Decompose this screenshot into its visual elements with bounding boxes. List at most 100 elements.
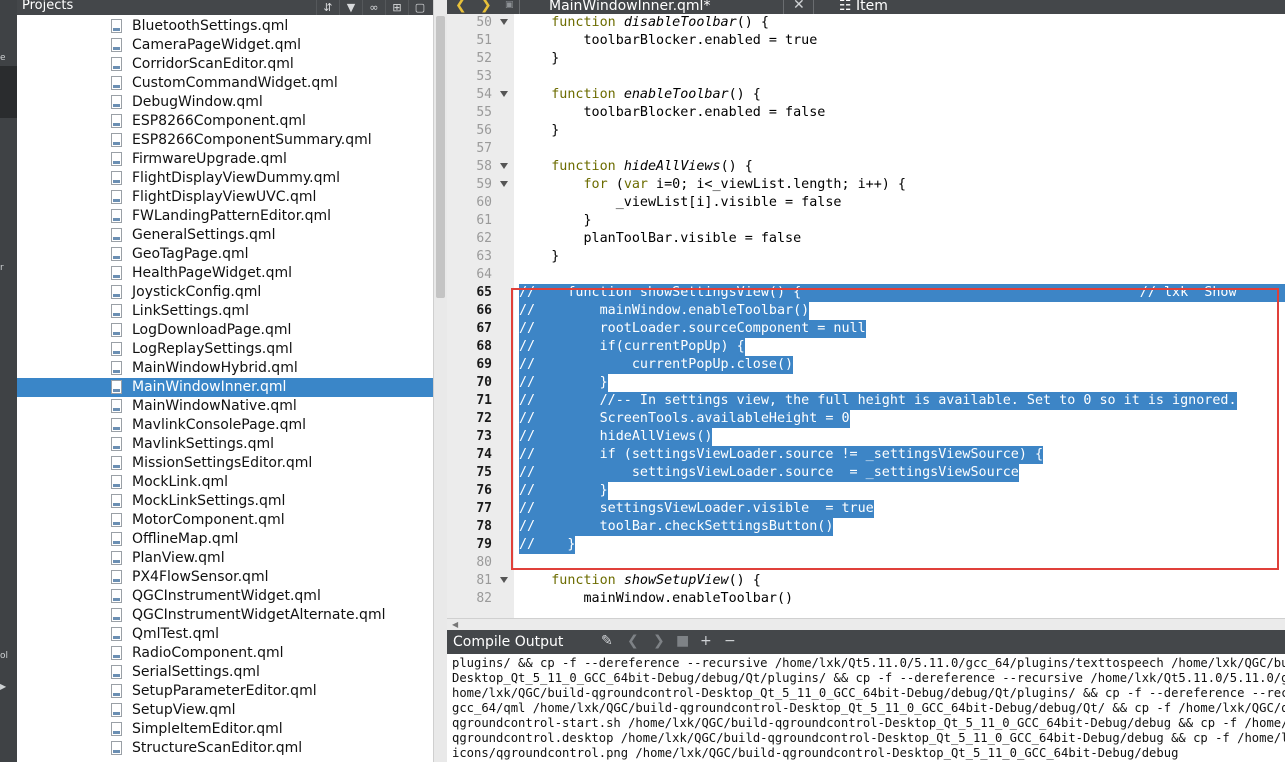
code-line-selected[interactable]: 78 // toolBar.checkSettingsButton() [447, 518, 1285, 536]
file-item[interactable]: QGCInstrumentWidgetAlternate.qml [17, 606, 433, 625]
file-item[interactable]: CorridorScanEditor.qml [17, 55, 433, 74]
file-item[interactable]: MavlinkSettings.qml [17, 435, 433, 454]
code-line[interactable]: 55 toolbarBlocker.enabled = false [447, 104, 1285, 122]
symbol-combo[interactable]: ☷ Item [839, 0, 888, 14]
fold-arrow-icon[interactable] [500, 577, 508, 583]
filter-icon[interactable]: ▼ [339, 0, 362, 15]
compile-output-text[interactable]: plugins/ && cp -f --dereference --recurs… [447, 654, 1285, 762]
link-icon[interactable]: ∞ [362, 0, 385, 15]
forward-arrow-icon[interactable]: ❯ [480, 0, 492, 13]
file-item[interactable]: PlanView.qml [17, 549, 433, 568]
code-line[interactable]: 80 [447, 554, 1285, 572]
open-file-combo[interactable]: MainWindowInner.qml* [549, 0, 710, 14]
code-editor[interactable]: 50 function disableToolbar() {51 toolbar… [447, 14, 1285, 618]
zoom-out-icon[interactable]: − [724, 633, 736, 649]
code-line[interactable]: 82 mainWindow.enableToolbar() [447, 590, 1285, 608]
scroll-left-icon[interactable]: ◀ [452, 619, 458, 630]
file-item[interactable]: PX4FlowSensor.qml [17, 568, 433, 587]
code-line-selected[interactable]: 79 // } [447, 536, 1285, 554]
code-line-selected[interactable]: 73 // hideAllViews() [447, 428, 1285, 446]
next-item-icon[interactable]: ❯ [653, 633, 665, 649]
close-document-icon[interactable]: ✕ [793, 0, 805, 13]
file-item[interactable]: StructureScanEditor.qml [17, 739, 433, 758]
code-line[interactable]: 54 function enableToolbar() { [447, 86, 1285, 104]
file-item[interactable]: HealthPageWidget.qml [17, 264, 433, 283]
file-item[interactable]: DebugWindow.qml [17, 93, 433, 112]
split-icon[interactable]: ⊞ [385, 0, 408, 15]
code-line[interactable]: 50 function disableToolbar() { [447, 14, 1285, 32]
code-line-selected[interactable]: 70 // } [447, 374, 1285, 392]
code-line[interactable]: 61 } [447, 212, 1285, 230]
file-item[interactable]: OfflineMap.qml [17, 530, 433, 549]
code-line-selected[interactable]: 71 // //-- In settings view, the full hei… [447, 392, 1285, 410]
file-item[interactable]: MissionSettingsEditor.qml [17, 454, 433, 473]
file-item[interactable]: FlightDisplayViewDummy.qml [17, 169, 433, 188]
code-line-selected[interactable]: 74 // if (settingsViewLoader.source != _s… [447, 446, 1285, 464]
scrollbar-thumb[interactable] [436, 16, 445, 298]
file-item[interactable]: GeneralSettings.qml [17, 226, 433, 245]
file-item[interactable]: LinkSettings.qml [17, 302, 433, 321]
file-item[interactable]: MainWindowHybrid.qml [17, 359, 433, 378]
code-line[interactable]: 59 for (var i=0; i<_viewList.length; i++… [447, 176, 1285, 194]
code-line-selected[interactable]: 67 // rootLoader.sourceComponent = null [447, 320, 1285, 338]
file-item[interactable]: BluetoothSettings.qml [17, 17, 433, 36]
code-line-selected[interactable]: 77 // settingsViewLoader.visible = true [447, 500, 1285, 518]
previous-item-icon[interactable]: ❮ [627, 633, 639, 649]
mode-selected-indicator[interactable] [0, 66, 17, 118]
file-item[interactable]: LogReplaySettings.qml [17, 340, 433, 359]
file-item[interactable]: RadioComponent.qml [17, 644, 433, 663]
file-item[interactable]: MainWindowInner.qml [17, 378, 433, 397]
file-item[interactable]: FWLandingPatternEditor.qml [17, 207, 433, 226]
close-pane-icon[interactable]: ▢ [408, 0, 431, 15]
fold-arrow-icon[interactable] [500, 181, 508, 187]
fold-arrow-icon[interactable] [500, 163, 508, 169]
file-item[interactable]: GeoTagPage.qml [17, 245, 433, 264]
stop-icon[interactable]: ■ [676, 633, 689, 649]
file-item[interactable]: CustomCommandWidget.qml [17, 74, 433, 93]
file-item[interactable]: MavlinkConsolePage.qml [17, 416, 433, 435]
file-item[interactable]: MainWindowNative.qml [17, 397, 433, 416]
code-line[interactable]: 58 function hideAllViews() { [447, 158, 1285, 176]
code-line[interactable]: 53 [447, 68, 1285, 86]
code-line[interactable]: 62 planToolBar.visible = false [447, 230, 1285, 248]
code-line-selected[interactable]: 68 // if(currentPopUp) { [447, 338, 1285, 356]
file-item[interactable]: ESP8266ComponentSummary.qml [17, 131, 433, 150]
file-item[interactable]: QmlTest.qml [17, 625, 433, 644]
file-item[interactable]: MotorComponent.qml [17, 511, 433, 530]
code-line[interactable]: 56 } [447, 122, 1285, 140]
file-item[interactable]: SerialSettings.qml [17, 663, 433, 682]
file-item[interactable]: QGCInstrumentWidget.qml [17, 587, 433, 606]
code-line[interactable]: 60 _viewList[i].visible = false [447, 194, 1285, 212]
code-line[interactable]: 51 toolbarBlocker.enabled = true [447, 32, 1285, 50]
file-item[interactable]: SetupView.qml [17, 701, 433, 720]
file-item[interactable]: CameraPageWidget.qml [17, 36, 433, 55]
code-line-selected[interactable]: 75 // settingsViewLoader.source = _settin… [447, 464, 1285, 482]
code-line[interactable]: 52 } [447, 50, 1285, 68]
back-arrow-icon[interactable]: ❮ [455, 0, 467, 13]
editor-horizontal-scrollbar[interactable]: ◀ [447, 618, 1285, 630]
fold-arrow-icon[interactable] [500, 19, 508, 25]
file-item[interactable]: JoystickConfig.qml [17, 283, 433, 302]
file-item[interactable]: FirmwareUpgrade.qml [17, 150, 433, 169]
code-line[interactable]: 81 function showSetupView() { [447, 572, 1285, 590]
file-item[interactable]: FlightDisplayViewUVC.qml [17, 188, 433, 207]
code-line-selected[interactable]: 66 // mainWindow.enableToolbar() [447, 302, 1285, 320]
code-line[interactable]: 64 [447, 266, 1285, 284]
code-line-selected[interactable]: 65 // function showSettingsView() { // lx… [447, 284, 1285, 302]
file-item[interactable]: MockLink.qml [17, 473, 433, 492]
file-item[interactable]: MockLinkSettings.qml [17, 492, 433, 511]
projects-scrollbar[interactable] [433, 0, 447, 762]
code-line[interactable]: 57 [447, 140, 1285, 158]
expand-arrow-icon[interactable]: ▶ [0, 682, 6, 692]
code-line-selected[interactable]: 76 // } [447, 482, 1285, 500]
fold-arrow-icon[interactable] [500, 91, 508, 97]
file-item[interactable]: ESP8266Component.qml [17, 112, 433, 131]
code-line-selected[interactable]: 72 // ScreenTools.availableHeight = 0 [447, 410, 1285, 428]
file-item[interactable]: LogDownloadPage.qml [17, 321, 433, 340]
file-item[interactable]: SetupParameterEditor.qml [17, 682, 433, 701]
zoom-in-icon[interactable]: + [700, 633, 712, 649]
sort-icon[interactable]: ⇵ [316, 0, 339, 15]
file-item[interactable]: SimpleItemEditor.qml [17, 720, 433, 739]
code-line-selected[interactable]: 69 // currentPopUp.close() [447, 356, 1285, 374]
clear-output-icon[interactable]: ✎ [601, 633, 613, 649]
